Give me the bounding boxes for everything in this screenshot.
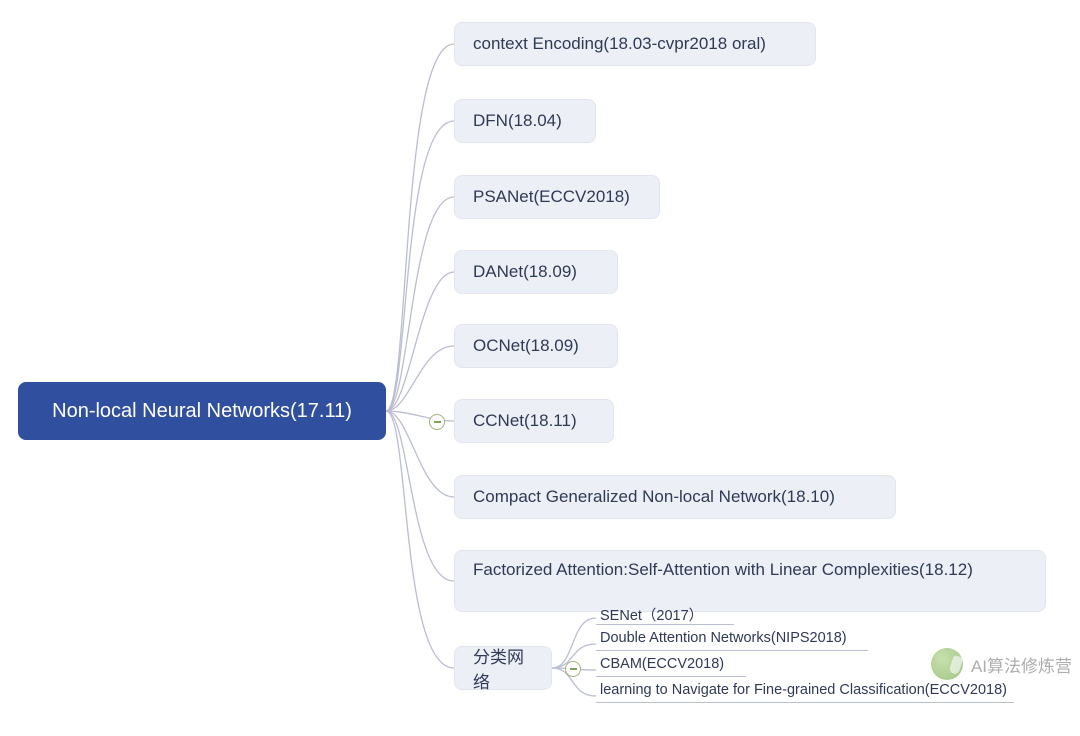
child-node-classification[interactable]: 分类网络 (454, 646, 552, 690)
child-label: Compact Generalized Non-local Network(18… (473, 487, 835, 507)
child-label: PSANet(ECCV2018) (473, 187, 630, 207)
child-label: Factorized Attention:Self-Attention with… (473, 559, 973, 582)
collapse-toggle-classification[interactable] (565, 661, 581, 677)
child-label: DFN(18.04) (473, 111, 562, 131)
child-label: DANet(18.09) (473, 262, 577, 282)
watermark: AI算法修炼营 (931, 648, 1072, 680)
leaf-text: SENet（2017） (600, 608, 703, 624)
child-label: OCNet(18.09) (473, 336, 579, 356)
leaf-text: CBAM(ECCV2018) (600, 656, 724, 672)
root-label: Non-local Neural Networks(17.11) (52, 400, 352, 423)
child-node-psanet[interactable]: PSANet(ECCV2018) (454, 175, 660, 219)
child-node-ocnet[interactable]: OCNet(18.09) (454, 324, 618, 368)
leaf-text: Double Attention Networks(NIPS2018) (600, 630, 847, 646)
minus-icon (434, 421, 441, 423)
leaf-double-attention[interactable]: Double Attention Networks(NIPS2018) (600, 630, 847, 646)
child-node-compact-nonlocal[interactable]: Compact Generalized Non-local Network(18… (454, 475, 896, 519)
leaf-senet[interactable]: SENet（2017） (600, 604, 703, 625)
leaf-underline (596, 650, 868, 651)
leaf-underline (596, 676, 746, 677)
child-node-context-encoding[interactable]: context Encoding(18.03-cvpr2018 oral) (454, 22, 816, 66)
child-node-ccnet[interactable]: CCNet(18.11) (454, 399, 614, 443)
child-node-factorized-attention[interactable]: Factorized Attention:Self-Attention with… (454, 550, 1046, 612)
child-label: CCNet(18.11) (473, 411, 577, 431)
collapse-toggle-root[interactable] (429, 414, 445, 430)
child-node-dfn[interactable]: DFN(18.04) (454, 99, 596, 143)
child-label: context Encoding(18.03-cvpr2018 oral) (473, 34, 766, 54)
root-node[interactable]: Non-local Neural Networks(17.11) (18, 382, 386, 440)
wechat-logo-icon (931, 648, 963, 680)
leaf-text: learning to Navigate for Fine-grained Cl… (600, 682, 1007, 698)
leaf-underline (596, 702, 1014, 703)
watermark-text: AI算法修炼营 (971, 652, 1072, 677)
child-node-danet[interactable]: DANet(18.09) (454, 250, 618, 294)
leaf-navigate-finegrained[interactable]: learning to Navigate for Fine-grained Cl… (600, 682, 1007, 698)
minus-icon (570, 668, 577, 670)
leaf-cbam[interactable]: CBAM(ECCV2018) (600, 656, 724, 672)
leaf-underline (596, 624, 734, 625)
child-label: 分类网络 (473, 643, 533, 693)
mindmap-canvas: Non-local Neural Networks(17.11) context… (0, 0, 1080, 736)
